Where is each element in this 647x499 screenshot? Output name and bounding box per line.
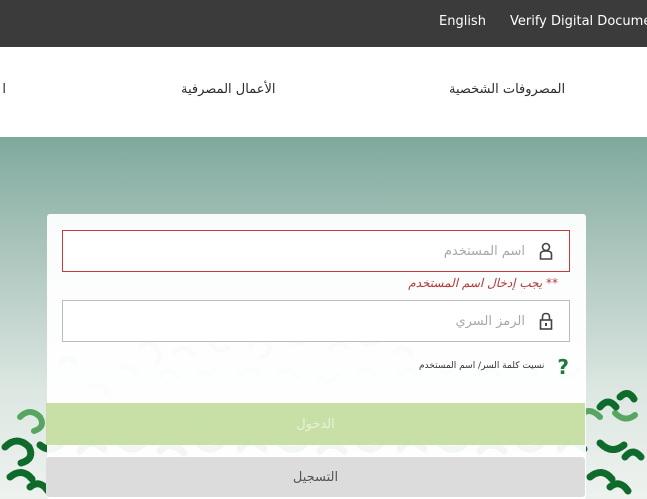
username-field[interactable] xyxy=(62,230,570,272)
main-nav: المصروفات الشخصية الأعمال المصرفية ا xyxy=(0,47,647,137)
nav-business-banking[interactable]: الأعمال المصرفية xyxy=(181,82,275,97)
username-input[interactable] xyxy=(105,231,525,271)
password-input[interactable] xyxy=(105,301,525,341)
forgot-credentials-text: نسيت كلمة السر/ اسم المستخدم xyxy=(419,361,545,371)
language-english-link[interactable]: English xyxy=(439,14,486,29)
lock-icon xyxy=(539,312,553,330)
username-error-message: ** يجب إدخال اسم المستخدم xyxy=(408,276,558,290)
verify-digital-document-link[interactable]: Verify Digital Document xyxy=(510,14,647,29)
nav-personal-banking[interactable]: المصروفات الشخصية xyxy=(449,82,565,97)
user-icon xyxy=(539,242,553,260)
help-question-icon: ? xyxy=(557,355,569,379)
nav-item-cut[interactable]: ا xyxy=(0,82,6,97)
password-field[interactable] xyxy=(62,300,570,342)
register-button[interactable]: التسجيل xyxy=(46,457,585,497)
login-button[interactable]: الدخول xyxy=(46,403,585,445)
forgot-credentials-link[interactable]: ? نسيت كلمة السر/ اسم المستخدم xyxy=(419,355,573,379)
top-bar: English Verify Digital Document xyxy=(0,0,647,47)
